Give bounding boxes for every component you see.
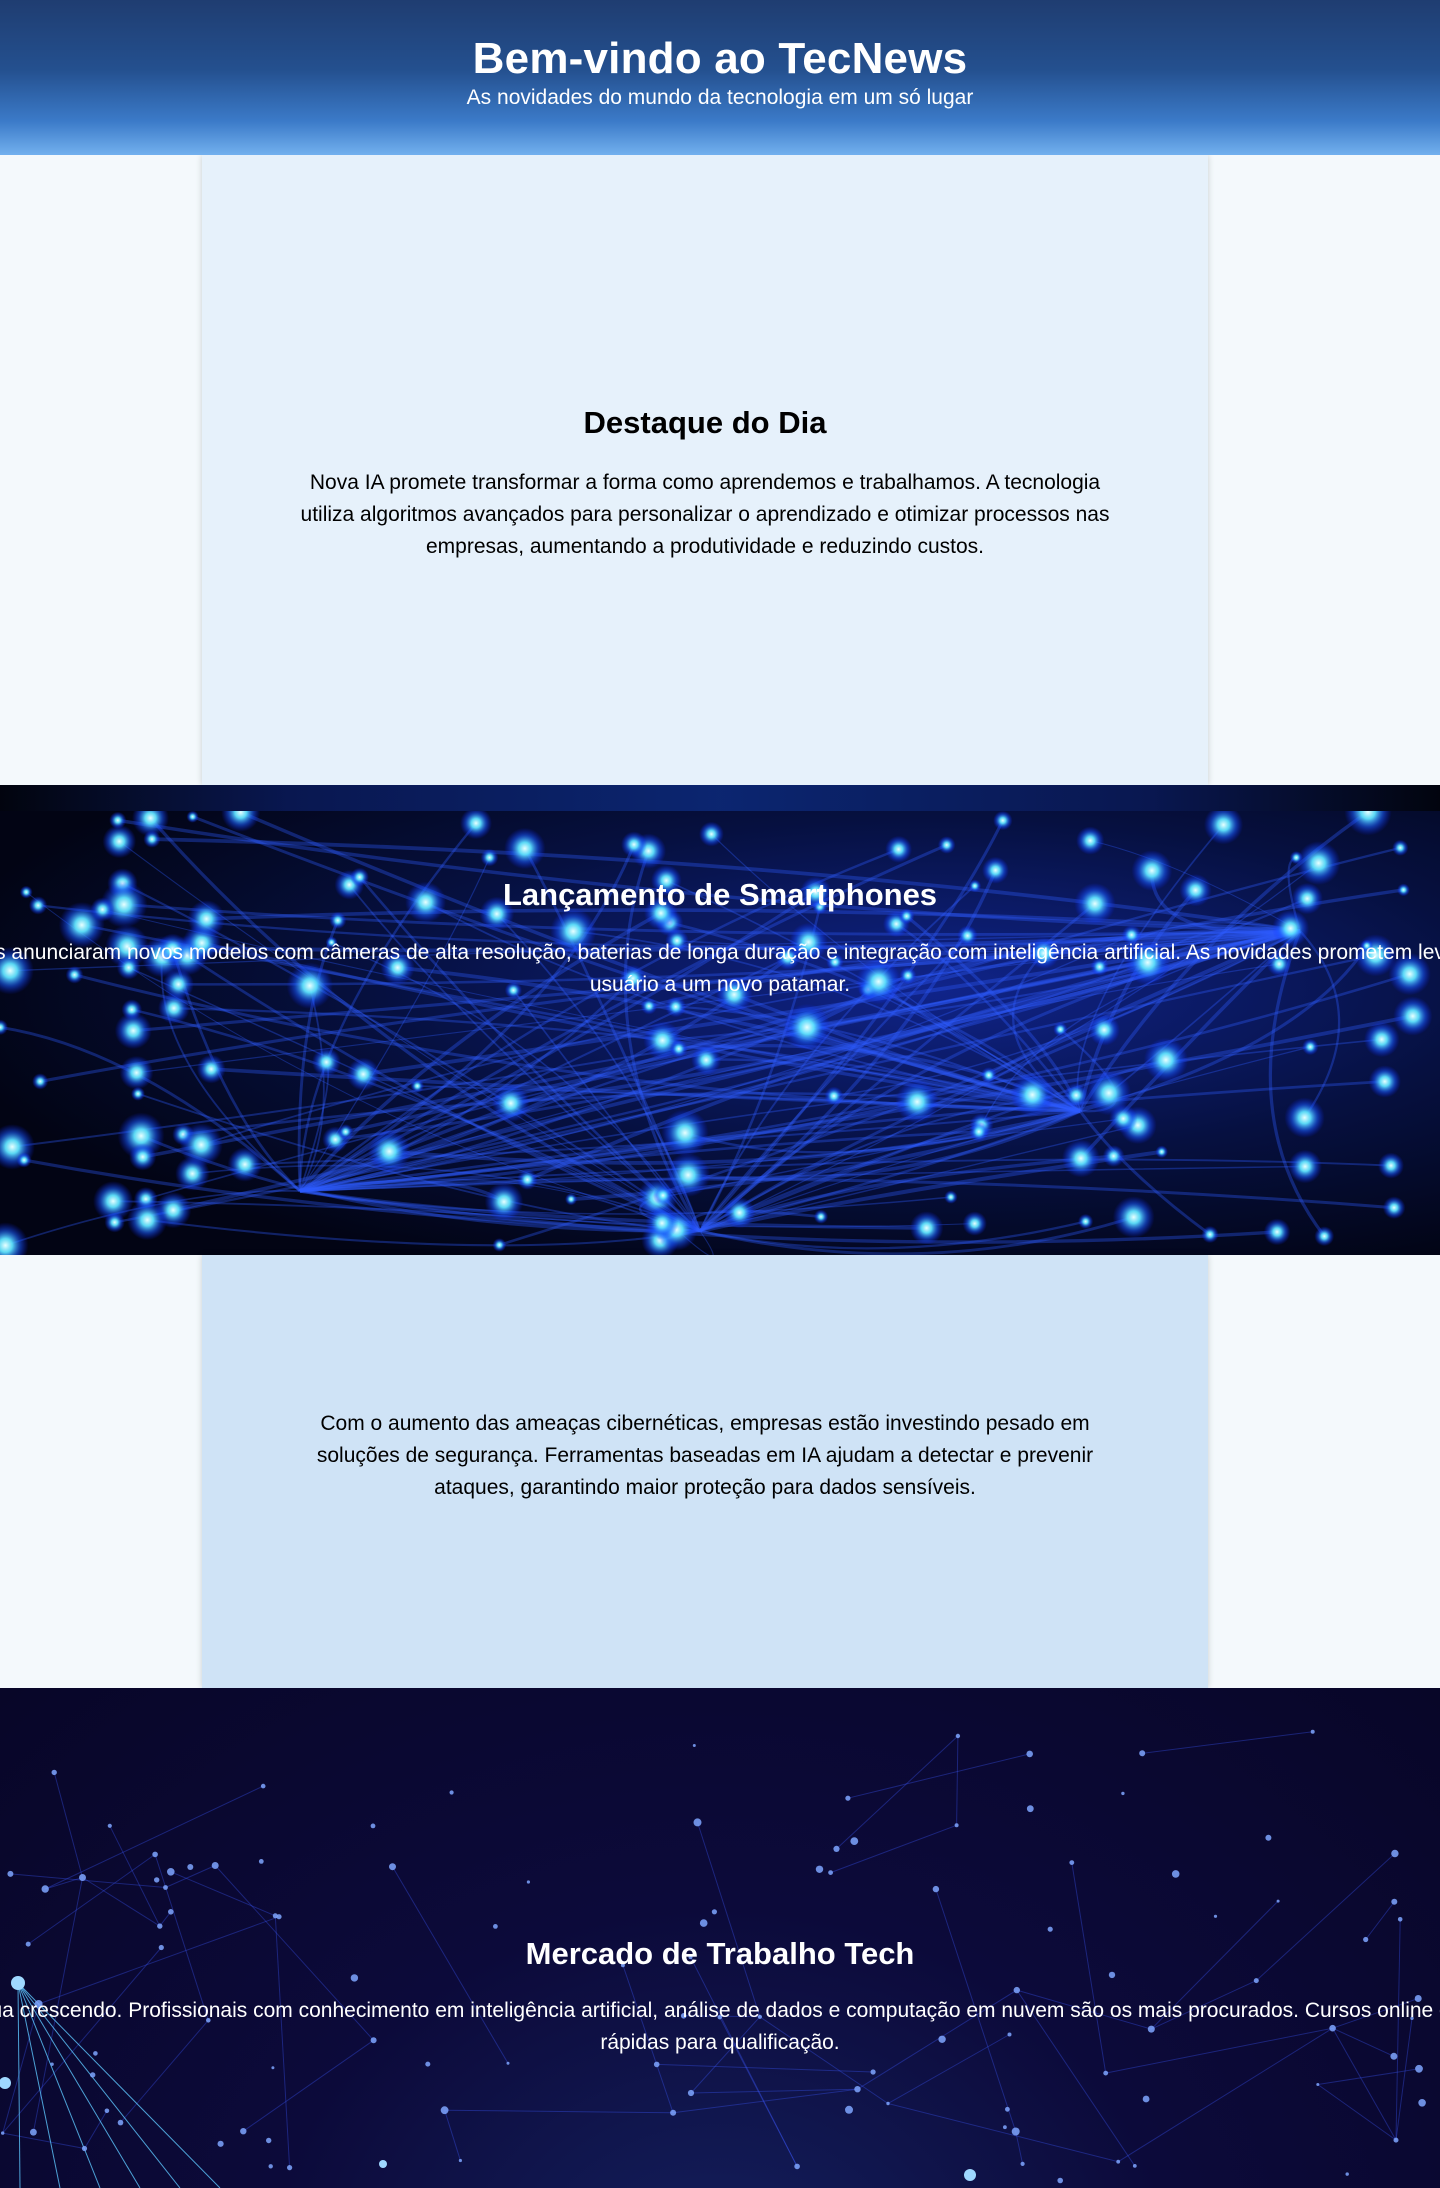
job-market-section: Mercado de Trabalho Tech A demanda por d… bbox=[0, 1688, 1440, 2188]
job-market-text: A demanda por desenvolvedores continua c… bbox=[0, 1999, 1440, 2054]
cybersecurity-section: Com o aumento das ameaças cibernéticas, … bbox=[202, 1255, 1208, 1688]
smartphones-text: Grandes fabricantes anunciaram novos mod… bbox=[0, 941, 1440, 996]
site-subtitle: As novidades do mundo da tecnologia em u… bbox=[466, 86, 974, 109]
site-title: Bem-vindo ao TecNews bbox=[472, 34, 968, 83]
featured-news-section: Destaque do Dia Nova IA promete transfor… bbox=[202, 155, 1208, 785]
cybersecurity-text: Com o aumento das ameaças cibernéticas, … bbox=[316, 1412, 1094, 1499]
featured-news-text: Nova IA promete transformar a forma como… bbox=[300, 471, 1110, 558]
featured-news-title: Destaque do Dia bbox=[583, 405, 827, 440]
smartphones-section: Lançamento de Smartphones Grandes fabric… bbox=[0, 785, 1440, 1255]
site-header: Bem-vindo ao TecNews As novidades do mun… bbox=[0, 0, 1440, 155]
job-market-title: Mercado de Trabalho Tech bbox=[525, 1936, 915, 1971]
smartphones-title: Lançamento de Smartphones bbox=[502, 877, 938, 912]
